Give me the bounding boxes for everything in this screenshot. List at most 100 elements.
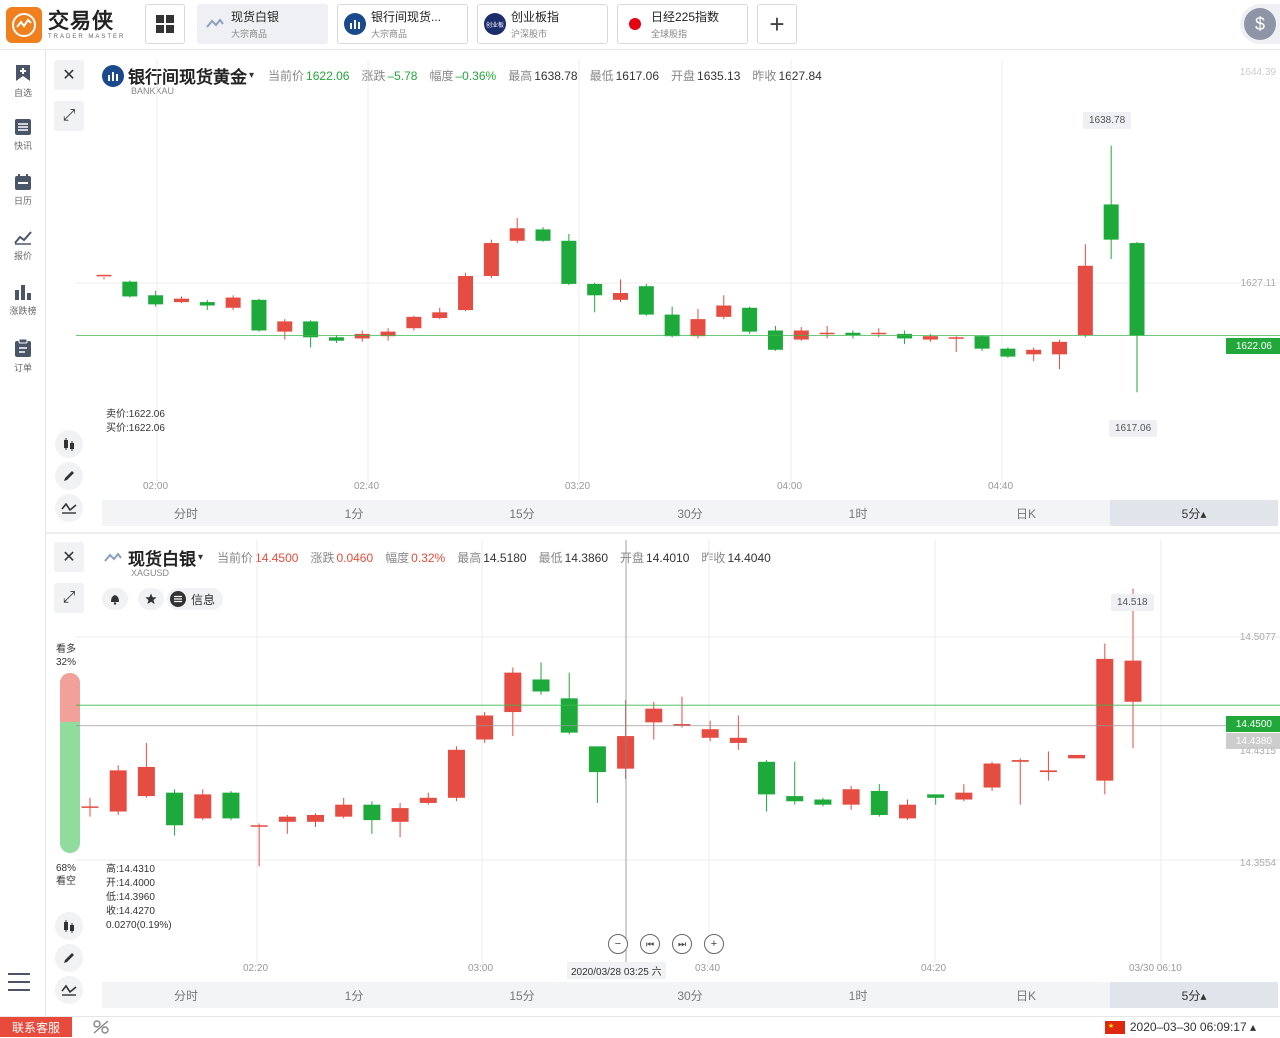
app-logo[interactable]: 交易侠 TRADER MASTER xyxy=(6,6,134,44)
scroll-end-button[interactable]: ⏭ xyxy=(672,934,692,954)
candle[interactable] xyxy=(447,746,465,802)
candle[interactable] xyxy=(1129,241,1145,393)
candle[interactable] xyxy=(166,789,184,836)
zoom-out-button[interactable]: − xyxy=(608,934,628,954)
menu-button[interactable] xyxy=(8,972,30,995)
candle[interactable] xyxy=(380,328,396,341)
candle[interactable] xyxy=(1026,347,1042,362)
tab-nikkei[interactable]: 日经225指数 全球股指 xyxy=(617,4,748,44)
candle[interactable] xyxy=(617,700,635,779)
candle[interactable] xyxy=(173,296,189,304)
timeframe-tab-selected[interactable]: 5分▴ xyxy=(1110,982,1278,1008)
tab-gold[interactable]: 银行间现货... 大宗商品 xyxy=(337,4,468,44)
zoom-in-button[interactable]: + xyxy=(704,934,724,954)
timeframe-tab-selected[interactable]: 5分▴ xyxy=(1110,500,1278,526)
candle[interactable] xyxy=(419,792,437,805)
nav-item-calendar[interactable]: 日历 xyxy=(0,166,46,216)
timeframe-tab[interactable]: 1时 xyxy=(774,982,942,1008)
candle[interactable] xyxy=(870,784,888,817)
candle[interactable] xyxy=(955,784,973,802)
nav-item-quotes[interactable]: 报价 xyxy=(0,221,46,271)
add-tab-button[interactable]: + xyxy=(757,4,797,44)
network-icon[interactable] xyxy=(92,1019,110,1038)
candle[interactable] xyxy=(277,319,293,340)
candle[interactable] xyxy=(458,272,474,312)
candle[interactable] xyxy=(307,813,325,827)
candle[interactable] xyxy=(194,789,212,821)
candle[interactable] xyxy=(391,802,409,838)
candle[interactable] xyxy=(588,746,606,803)
candle[interactable] xyxy=(109,765,127,815)
candle[interactable] xyxy=(1096,643,1114,795)
candle[interactable] xyxy=(845,330,861,339)
timeframe-tab[interactable]: 1时 xyxy=(774,500,942,526)
nav-item-orders[interactable]: 订单 xyxy=(0,331,46,381)
candle[interactable] xyxy=(701,720,719,742)
scroll-start-button[interactable]: ⏮ xyxy=(640,934,660,954)
candle[interactable] xyxy=(645,701,663,740)
candle[interactable] xyxy=(1068,754,1086,759)
candle[interactable] xyxy=(532,662,550,695)
candle[interactable] xyxy=(1052,339,1068,370)
timeframe-tab[interactable]: 1分 xyxy=(270,500,438,526)
candle[interactable] xyxy=(335,797,353,819)
timeframe-tab[interactable]: 日K xyxy=(942,982,1110,1008)
nav-item-watchlist[interactable]: 自选 xyxy=(0,56,46,106)
candle[interactable] xyxy=(842,785,860,810)
candle[interactable] xyxy=(137,742,155,798)
candle[interactable] xyxy=(476,712,494,743)
candle[interactable] xyxy=(871,328,887,338)
candle[interactable] xyxy=(148,290,164,307)
candle[interactable] xyxy=(767,325,783,351)
candlestick-chart-silver[interactable] xyxy=(46,540,1280,980)
candle[interactable] xyxy=(819,325,835,339)
candle[interactable] xyxy=(742,306,758,334)
draw-tool-button[interactable] xyxy=(55,462,83,490)
candle[interactable] xyxy=(122,280,138,298)
candle[interactable] xyxy=(560,672,578,735)
candle[interactable] xyxy=(561,233,577,286)
draw-tool-button[interactable] xyxy=(55,944,83,972)
candle[interactable] xyxy=(1124,588,1142,749)
timeframe-tab[interactable]: 日K xyxy=(942,500,1110,526)
contact-support-button[interactable]: 联系客服 xyxy=(0,1017,72,1037)
candle[interactable] xyxy=(948,336,964,353)
candle[interactable] xyxy=(638,283,654,316)
candle[interactable] xyxy=(363,801,381,834)
candle[interactable] xyxy=(96,274,112,280)
nav-item-movers[interactable]: 涨跌榜 xyxy=(0,276,46,326)
candle[interactable] xyxy=(432,307,448,320)
account-button[interactable]: $ xyxy=(1240,4,1280,44)
tab-silver[interactable]: 现货白银 大宗商品 xyxy=(197,4,328,44)
clock[interactable]: ★ 2020–03–30 06:09:17 ▴ xyxy=(1104,1020,1256,1034)
candle[interactable] xyxy=(786,761,804,805)
tab-chinext[interactable]: 创业板 创业板指 沪深股市 xyxy=(477,4,608,44)
candle[interactable] xyxy=(1039,751,1057,781)
candle[interactable] xyxy=(303,320,319,348)
candle[interactable] xyxy=(251,298,267,332)
candle[interactable] xyxy=(793,327,809,341)
candle-type-button[interactable] xyxy=(55,430,83,458)
indicator-button[interactable] xyxy=(55,494,83,522)
nav-item-news[interactable]: 快讯 xyxy=(0,111,46,161)
candle[interactable] xyxy=(974,335,990,351)
candle[interactable] xyxy=(898,799,916,821)
candle[interactable] xyxy=(509,218,525,244)
timeframe-tab[interactable]: 15分 xyxy=(438,982,606,1008)
timeframe-tab[interactable]: 1分 xyxy=(270,982,438,1008)
candle[interactable] xyxy=(983,761,1001,791)
timeframe-tab[interactable]: 30分 xyxy=(606,982,774,1008)
candle[interactable] xyxy=(814,797,832,807)
candle[interactable] xyxy=(328,335,344,343)
candle[interactable] xyxy=(673,696,691,728)
timeframe-tab[interactable]: 分时 xyxy=(102,982,270,1008)
candle[interactable] xyxy=(199,299,215,311)
candle-type-button[interactable] xyxy=(55,912,83,940)
candle[interactable] xyxy=(729,715,747,750)
candle[interactable] xyxy=(225,295,241,311)
candle[interactable] xyxy=(1011,758,1029,805)
candle[interactable] xyxy=(1103,145,1119,259)
candle[interactable] xyxy=(1000,347,1016,358)
candle[interactable] xyxy=(758,760,776,812)
candle[interactable] xyxy=(81,797,99,817)
